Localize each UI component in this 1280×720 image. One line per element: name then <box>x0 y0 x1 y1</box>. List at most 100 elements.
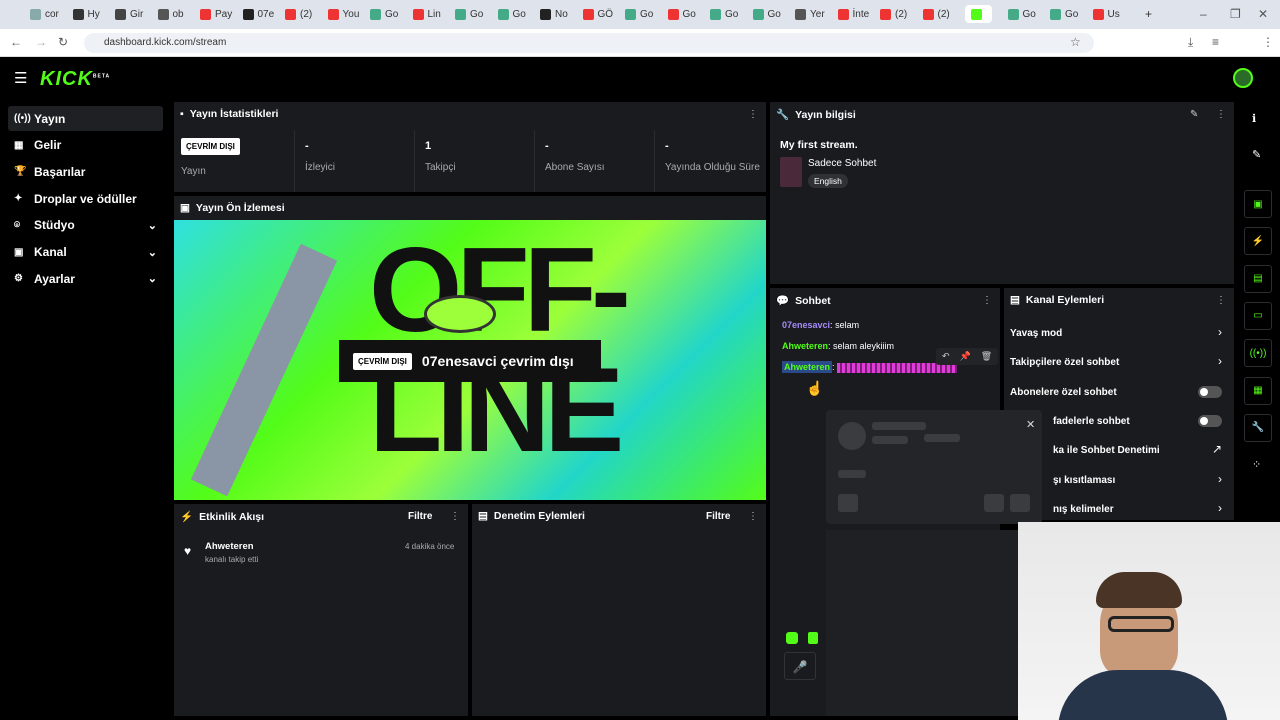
bolt-rail-icon[interactable]: ⚡ <box>1244 227 1272 256</box>
browser-tab[interactable]: Go <box>710 5 738 23</box>
chevron-right-icon[interactable]: › <box>1218 472 1222 486</box>
info-icon[interactable]: ℹ <box>1252 112 1256 125</box>
chat-message[interactable]: 07enesavci: selam <box>782 320 859 330</box>
reload-icon[interactable]: ↻ <box>58 35 68 49</box>
broadcast-rail-icon[interactable]: ((•)) <box>1244 339 1272 368</box>
browser-tab[interactable]: 07e <box>242 5 274 23</box>
user-avatar[interactable] <box>1233 68 1253 88</box>
channel-action-label[interactable]: Yavaş mod <box>1010 328 1062 339</box>
pencil-icon[interactable]: ✎ <box>1252 148 1261 161</box>
emote-icon-2[interactable] <box>808 632 818 644</box>
toggle-switch[interactable] <box>1198 385 1222 398</box>
chevron-right-icon[interactable]: › <box>1218 501 1222 515</box>
chat-username[interactable]: Ahweteren <box>782 361 833 373</box>
wrench-icon: 🔧 <box>776 109 790 121</box>
browser-tab[interactable]: İnte <box>837 5 869 23</box>
wrench-rail-icon[interactable]: 🔧 <box>1244 413 1272 442</box>
stats-menu-icon[interactable]: ⋮ <box>748 109 758 120</box>
browser-tab[interactable]: ob <box>157 5 184 23</box>
sidebar-item-6[interactable]: ⚙ Ayarlar ⌄ <box>8 266 163 291</box>
browser-tab[interactable]: Go <box>752 5 781 23</box>
browser-tab[interactable]: Go <box>455 5 483 23</box>
preview-rail-icon[interactable]: ▣ <box>1244 190 1272 218</box>
browser-tab[interactable]: Go <box>497 5 526 23</box>
activity-filter-button[interactable]: Filtre <box>408 511 432 522</box>
chat-rail-icon[interactable]: ▭ <box>1244 301 1272 330</box>
bookmark-star-icon[interactable]: ☆ <box>1070 35 1081 49</box>
browser-tab[interactable]: (2) <box>922 5 950 23</box>
actions-rail-icon[interactable]: ▦ <box>1244 376 1272 405</box>
kick-logo[interactable]: KICKBETA <box>40 68 110 91</box>
browser-tab[interactable]: Go <box>667 5 696 23</box>
browser-tab[interactable]: Hy <box>72 5 100 23</box>
toggle-switch[interactable] <box>1198 414 1222 427</box>
browser-tab[interactable]: No <box>540 5 568 23</box>
browser-tab[interactable]: You <box>327 5 359 23</box>
browser-tab[interactable]: Go <box>625 5 653 23</box>
download-icon[interactable]: ⤓ <box>1188 35 1193 50</box>
chevron-down-icon[interactable]: ⌄ <box>148 246 157 259</box>
delete-icon[interactable]: 🗑 <box>981 351 992 362</box>
hamburger-menu-icon[interactable]: ☰ <box>14 69 27 87</box>
sidebar-item-3[interactable]: ✦ Droplar ve ödüller <box>8 186 163 211</box>
emote-icon[interactable] <box>786 632 798 644</box>
activity-menu-icon[interactable]: ⋮ <box>450 511 460 522</box>
browser-tab[interactable]: Go <box>1007 5 1036 23</box>
back-icon[interactable]: ← <box>10 35 22 49</box>
event-user[interactable]: Ahweteren <box>205 541 254 552</box>
channel-action-label[interactable]: nış kelimeler <box>1053 504 1114 515</box>
edit-pencil-icon[interactable]: ✎ <box>1190 109 1198 120</box>
sidebar-item-2[interactable]: 🏆 Başarılar <box>8 159 163 184</box>
channel-action-label[interactable]: şı kısıtlaması <box>1053 475 1115 486</box>
chevron-right-icon[interactable]: › <box>1218 354 1222 368</box>
channel-action-label[interactable]: ka ile Sohbet Denetimi <box>1053 445 1160 456</box>
sidebar-item-4[interactable]: ⌾ Stüdyo ⌄ <box>8 213 163 238</box>
media-icon[interactable]: ≡ <box>1212 35 1219 49</box>
chat-menu-icon[interactable]: ⋮ <box>982 295 992 306</box>
minimize-icon[interactable]: – <box>1200 7 1207 21</box>
browser-tab[interactable]: GÖ <box>582 5 613 23</box>
browser-tab[interactable]: Gir <box>115 5 143 23</box>
browser-tab[interactable]: Lin <box>412 5 441 23</box>
channel-action-label[interactable]: Takipçilere özel sohbet <box>1010 357 1119 368</box>
browser-tab[interactable]: cor <box>30 5 59 23</box>
external-link-icon[interactable]: ↗ <box>1212 442 1222 456</box>
channel-actions-menu-icon[interactable]: ⋮ <box>1216 295 1226 306</box>
pin-icon[interactable]: 📌 <box>960 351 971 362</box>
chevron-down-icon[interactable]: ⌄ <box>148 219 157 232</box>
chat-input-box[interactable]: 🎤 <box>784 652 816 680</box>
new-tab-icon[interactable]: + <box>1145 7 1152 21</box>
log-rail-icon[interactable]: ▤ <box>1244 264 1272 293</box>
chat-username[interactable]: Ahweteren <box>782 341 828 351</box>
browser-tab[interactable]: Go <box>1050 5 1078 23</box>
close-window-icon[interactable]: ✕ <box>1258 7 1268 21</box>
maximize-icon[interactable]: ❐ <box>1230 7 1241 21</box>
browser-tab[interactable]: (2) <box>880 5 907 23</box>
sidebar-item-5[interactable]: ▣ Kanal ⌄ <box>8 240 163 265</box>
url-field[interactable]: dashboard.kick.com/stream <box>84 33 1094 53</box>
chat-message[interactable]: Ahweteren: selam aleykiiim <box>782 341 894 351</box>
chevron-down-icon[interactable]: ⌄ <box>148 272 157 285</box>
browser-menu-icon[interactable]: ⋮ <box>1262 35 1274 49</box>
channel-action-label[interactable]: Abonelere özel sohbet <box>1010 387 1117 398</box>
chat-message[interactable]: Ahweteren: <box>782 361 958 373</box>
sidebar-item-1[interactable]: ▦ Gelir <box>8 133 163 158</box>
more-widgets-icon[interactable]: ⁘ <box>1252 458 1261 471</box>
browser-tab[interactable]: Pay <box>200 5 232 23</box>
reply-icon[interactable]: ↶ <box>942 351 950 362</box>
browser-tab[interactable]: Go <box>370 5 398 23</box>
channel-action-label[interactable]: fadelerle sohbet <box>1053 416 1130 427</box>
popup-close-icon[interactable]: ✕ <box>1026 418 1035 431</box>
preview-offline-text: 07enesavci çevrim dışı <box>421 353 574 369</box>
stream-info-menu-icon[interactable]: ⋮ <box>1216 109 1226 120</box>
moderation-menu-icon[interactable]: ⋮ <box>748 511 758 522</box>
browser-tab[interactable]: (2) <box>285 5 312 23</box>
moderation-filter-button[interactable]: Filtre <box>706 511 730 522</box>
browser-tab[interactable]: Us <box>1092 5 1120 23</box>
offline-badge: ÇEVRİM DIŞI <box>181 138 240 155</box>
browser-tab[interactable]: Yer <box>795 5 825 23</box>
browser-tab[interactable] <box>965 5 992 23</box>
chat-username[interactable]: 07enesavci <box>782 320 830 330</box>
sidebar-item-0[interactable]: ((•)) Yayın <box>8 106 163 131</box>
chevron-right-icon[interactable]: › <box>1218 325 1222 339</box>
